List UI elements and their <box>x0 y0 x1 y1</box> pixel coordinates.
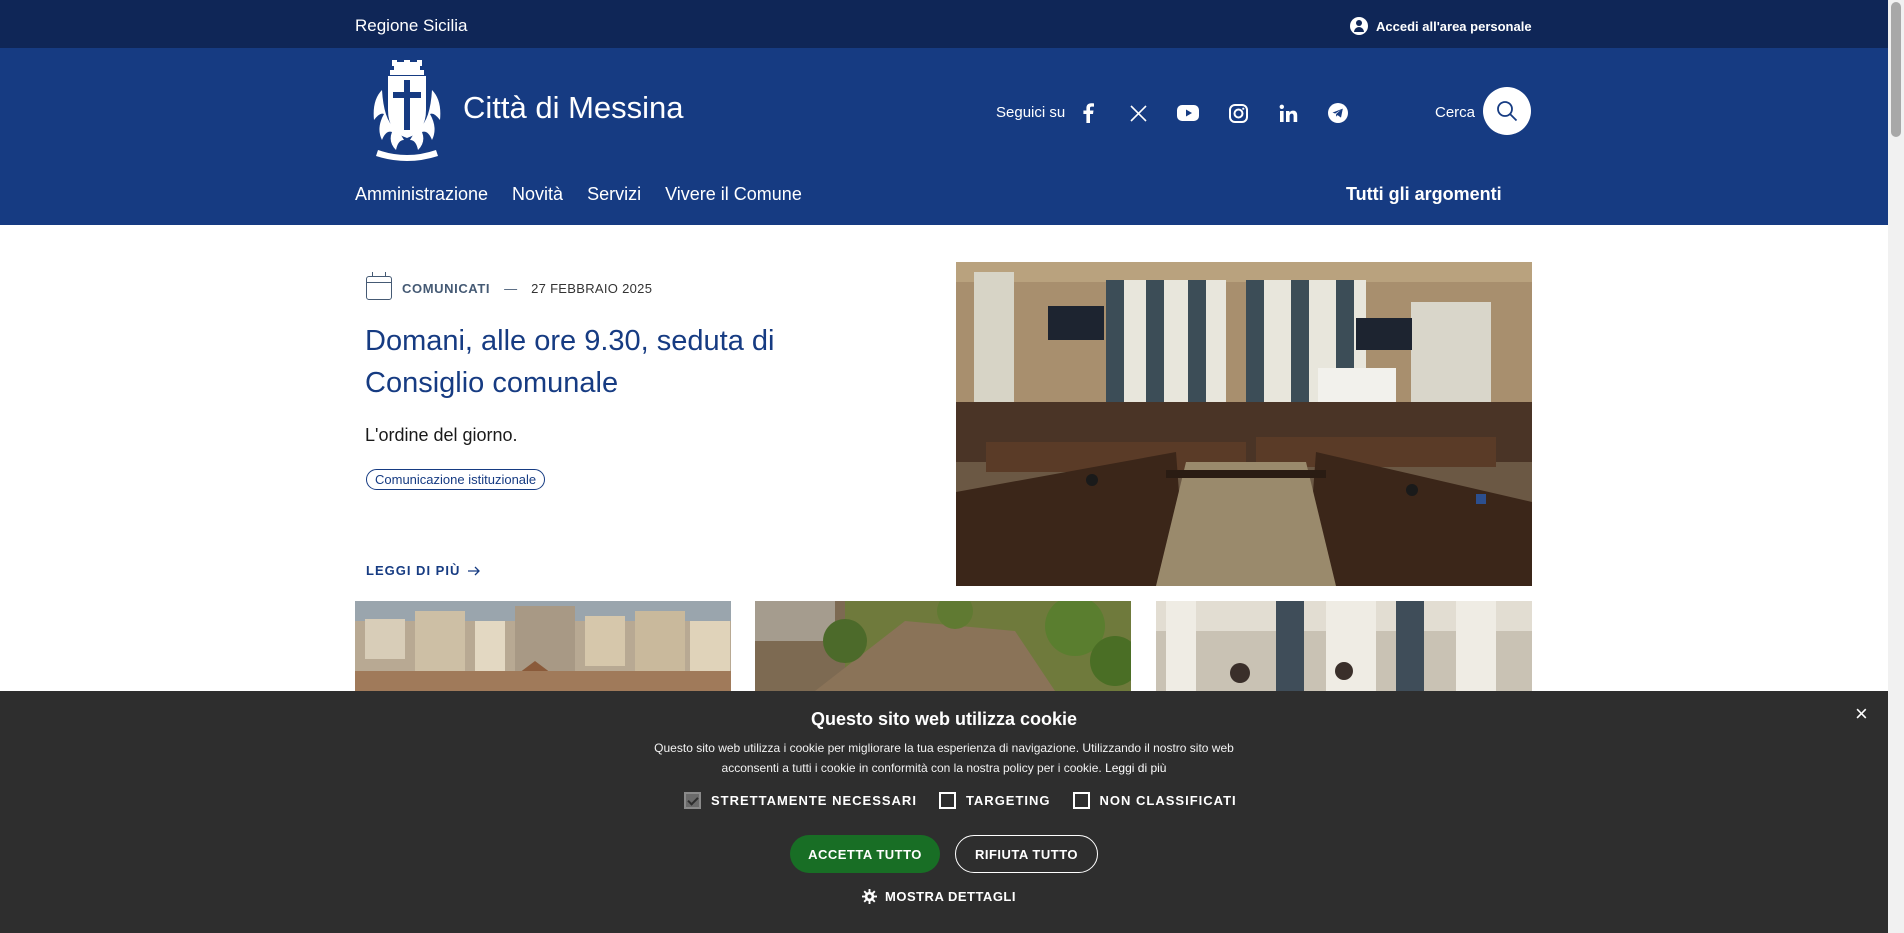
targeting-label: TARGETING <box>965 793 1051 808</box>
city-emblem-logo[interactable] <box>368 60 446 162</box>
follow-label: Seguici su <box>996 104 1066 121</box>
telegram-icon[interactable] <box>1325 100 1351 126</box>
unclassified-label: NON CLASSIFICATI <box>1099 793 1237 808</box>
reject-all-button[interactable]: RIFIUTA TUTTO <box>955 835 1098 873</box>
youtube-icon[interactable] <box>1175 100 1201 126</box>
site-header: Città di Messina Seguici su Cerca Ammini… <box>0 48 1888 225</box>
region-link[interactable]: Regione Sicilia <box>355 16 467 36</box>
cookie-option-unclassified[interactable]: NON CLASSIFICATI <box>1072 792 1237 809</box>
news-card-image[interactable] <box>755 601 1131 691</box>
instagram-icon[interactable] <box>1225 100 1251 126</box>
facebook-icon[interactable] <box>1075 100 1101 126</box>
accept-all-button[interactable]: ACCETTA TUTTO <box>790 835 940 873</box>
feature-meta: COMUNICATI — 27 FEBBRAIO 2025 <box>366 272 653 300</box>
feature-title[interactable]: Domani, alle ore 9.30, seduta di Consigl… <box>365 320 885 404</box>
login-link[interactable]: Accedi all'area personale <box>1350 17 1532 35</box>
targeting-checkbox[interactable] <box>938 792 956 809</box>
feature-image[interactable] <box>956 262 1532 586</box>
nav-item-novita[interactable]: Novità <box>512 184 563 205</box>
login-label: Accedi all'area personale <box>1376 18 1532 34</box>
gear-icon <box>862 889 877 904</box>
meta-separator: — <box>504 280 518 296</box>
nav-item-vivere-il-comune[interactable]: Vivere il Comune <box>665 184 802 205</box>
top-bar: Regione Sicilia Accedi all'area personal… <box>0 0 1888 48</box>
cookie-text: Questo sito web utilizza i cookie per mi… <box>644 738 1244 778</box>
category-label[interactable]: COMUNICATI <box>402 281 490 296</box>
calendar-icon <box>366 272 392 300</box>
search-label: Cerca <box>1435 104 1476 121</box>
cookie-option-targeting[interactable]: TARGETING <box>938 792 1051 809</box>
necessary-checkbox[interactable] <box>684 792 701 809</box>
page-scrollbar[interactable] <box>1888 0 1904 933</box>
cookie-title: Questo sito web utilizza cookie <box>810 709 1078 729</box>
scrollbar-thumb[interactable] <box>1891 2 1901 137</box>
arrow-right-icon <box>468 566 481 575</box>
topic-tag[interactable]: Comunicazione istituzionale <box>366 469 546 490</box>
main-nav: Amministrazione Novità Servizi Vivere il… <box>355 184 802 205</box>
necessary-label: STRETTAMENTE NECESSARI <box>711 793 917 808</box>
cookie-options: STRETTAMENTE NECESSARI TARGETING NON CLA… <box>684 792 1237 809</box>
cookie-learn-more-link[interactable]: Leggi di più <box>1105 761 1166 775</box>
news-card-image[interactable] <box>1156 601 1532 691</box>
user-icon <box>1350 17 1368 35</box>
all-topics-link[interactable]: Tutti gli argomenti <box>1346 184 1502 205</box>
nav-item-amministrazione[interactable]: Amministrazione <box>355 184 488 205</box>
cookie-banner: × Questo sito web utilizza cookie Questo… <box>0 691 1888 933</box>
article-date: 27 FEBBRAIO 2025 <box>531 280 653 296</box>
unclassified-checkbox[interactable] <box>1072 792 1090 809</box>
linkedin-icon[interactable] <box>1275 100 1301 126</box>
cookie-option-necessary[interactable]: STRETTAMENTE NECESSARI <box>684 792 917 809</box>
news-card-image[interactable] <box>355 601 731 691</box>
x-icon[interactable] <box>1125 100 1151 126</box>
feature-description: L'ordine del giorno. <box>365 425 518 445</box>
search-button[interactable] <box>1483 87 1531 135</box>
search-icon <box>1497 101 1518 122</box>
show-details-label: MOSTRA DETTAGLI <box>885 889 1016 904</box>
read-more-label: LEGGI DI PIÙ <box>366 563 461 578</box>
nav-item-servizi[interactable]: Servizi <box>587 184 641 205</box>
read-more-link[interactable]: LEGGI DI PIÙ <box>366 563 481 578</box>
site-title[interactable]: Città di Messina <box>463 90 684 126</box>
show-details-button[interactable]: MOSTRA DETTAGLI <box>862 889 1016 904</box>
